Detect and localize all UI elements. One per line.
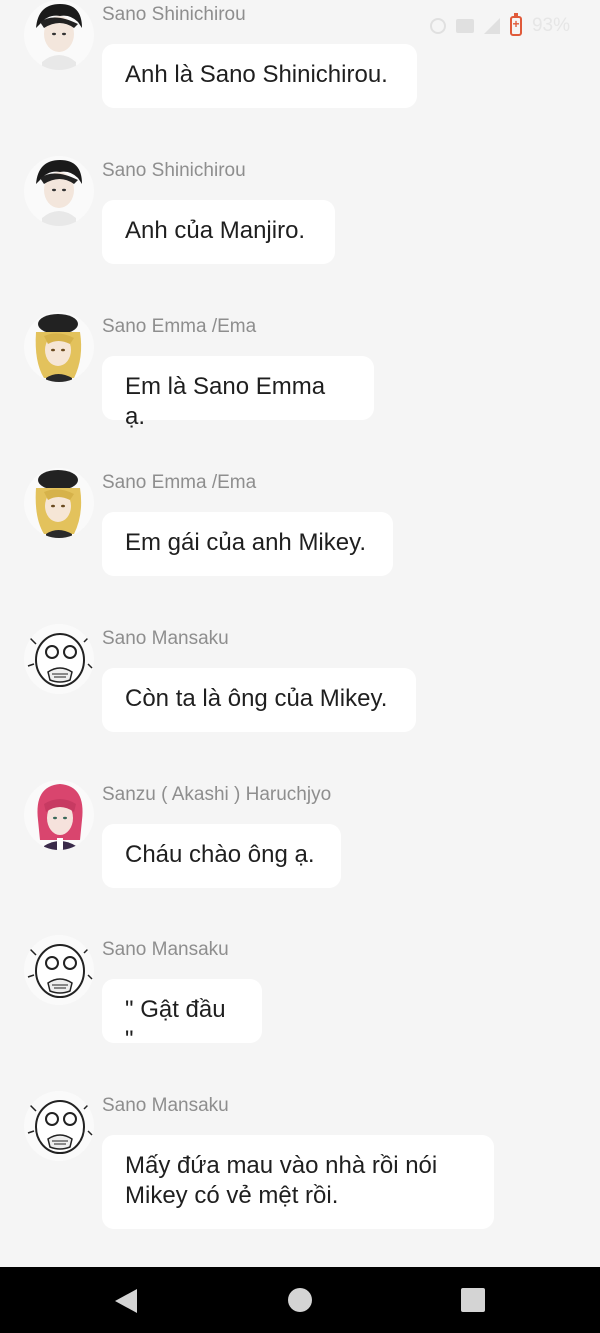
sender-name: Sano Mansaku [102,1095,229,1116]
avatar-mansaku[interactable] [24,1091,94,1161]
sender-name: Sano Emma /Ema [102,472,257,493]
battery-icon [509,13,522,36]
message-bubble[interactable]: Anh là Sano Shinichirou. [102,44,417,108]
avatar-emma[interactable] [24,468,94,538]
battery-percentage: 93% [531,15,570,36]
avatar-mansaku[interactable] [24,935,94,1005]
message-bubble[interactable]: Anh của Manjiro. [102,200,335,264]
sender-name: Sano Shinichirou [102,4,246,25]
signal-icon [483,18,500,34]
message-bubble[interactable]: Mấy đứa mau vào nhà rồi nói Mikey có vẻ … [102,1135,494,1229]
recent-apps-icon[interactable] [461,1288,485,1312]
sender-name: Sanzu ( Akashi ) Haruchjyo [102,784,332,805]
message-bubble[interactable]: Cháu chào ông ạ. [102,824,341,888]
sender-name: Sano Mansaku [102,628,229,649]
message-bubble[interactable]: Em gái của anh Mikey. [102,512,393,576]
avatar-emma[interactable] [24,312,94,382]
sender-name: Sano Emma /Ema [102,316,257,337]
alarm-icon [429,18,446,34]
avatar-mansaku[interactable] [24,624,94,694]
avatar-sanzu[interactable] [24,780,94,850]
back-icon[interactable] [115,1289,137,1313]
sender-name: Sano Shinichirou [102,160,246,181]
status-bar: 93% [429,12,570,40]
notification-icon [455,19,474,33]
avatar-shinichirou[interactable] [24,0,94,70]
message-bubble[interactable]: " Gật đầu " [102,979,262,1053]
avatar-shinichirou[interactable] [24,156,94,226]
message-bubble[interactable]: Còn ta là ông của Mikey. [102,668,416,732]
sender-name: Sano Mansaku [102,939,229,960]
message-bubble[interactable]: Em là Sano Emma ạ. [102,356,374,430]
navigation-bar [0,1267,600,1333]
home-icon[interactable] [288,1288,312,1312]
